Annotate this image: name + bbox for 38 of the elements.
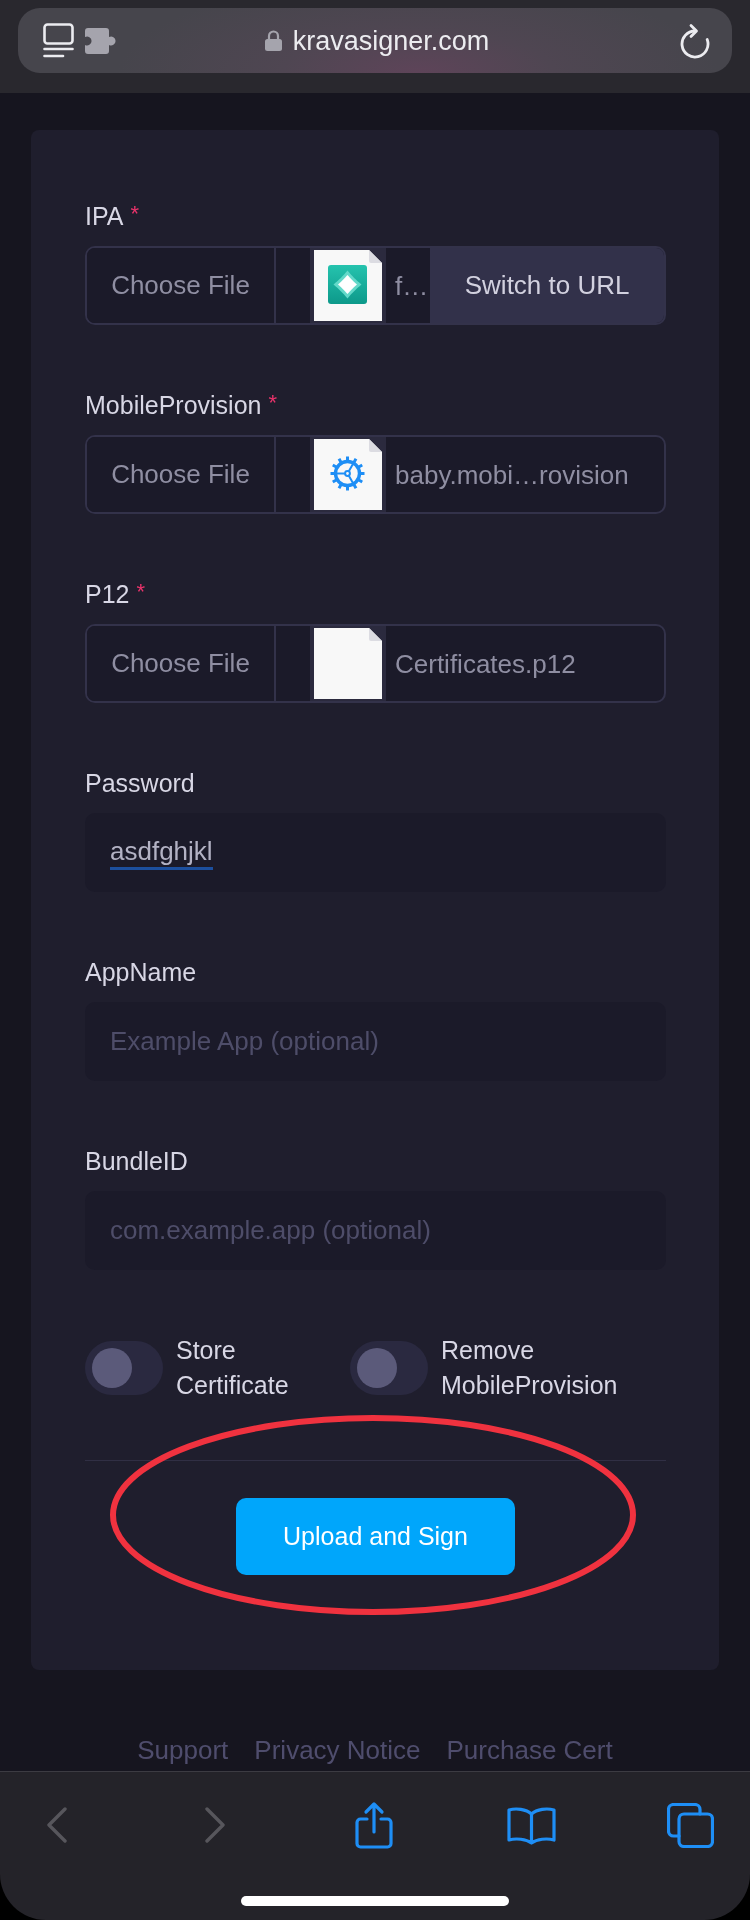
field-label: P12 — [85, 579, 130, 609]
share-icon[interactable] — [353, 1800, 394, 1850]
file-name: Certificates.p12 — [395, 647, 576, 680]
choose-file-button[interactable]: Choose File — [87, 248, 276, 323]
toggle-switch[interactable] — [85, 1341, 163, 1395]
app-file-icon — [310, 248, 386, 323]
field-label: Password — [85, 768, 195, 798]
file-name: baby.mobi…rovision — [395, 458, 629, 491]
gear-file-icon — [310, 437, 386, 512]
book-icon[interactable] — [507, 1805, 557, 1845]
page-layout-icon[interactable] — [43, 23, 74, 58]
file-input[interactable]: Choose File Certificates.p12 — [85, 624, 666, 703]
text-field[interactable]: asdfghjkl — [85, 813, 666, 892]
input-field[interactable]: com.example.app (optional) — [85, 1191, 666, 1270]
file-input[interactable]: Choose File baby.mobi…rovision — [85, 435, 666, 514]
reload-icon[interactable] — [679, 22, 711, 59]
choose-file-button[interactable]: Choose File — [87, 626, 276, 701]
choose-file-button[interactable]: Choose File — [87, 437, 276, 512]
file-name: f… — [395, 269, 429, 302]
field-label: MobileProvision — [85, 390, 262, 420]
document-icon — [310, 626, 386, 701]
url-text: kravasigner.com — [292, 24, 490, 58]
file-input[interactable]: Choose File f… Switch to URL — [85, 246, 666, 325]
toggle-label: Store Certificate — [176, 1335, 289, 1401]
toggle-label: Remove MobileProvision — [441, 1335, 618, 1401]
upload-sign-button[interactable]: Upload and Sign — [236, 1498, 515, 1575]
required-mark: * — [136, 579, 146, 605]
puzzle-icon[interactable] — [85, 27, 116, 54]
field-label: AppName — [85, 957, 197, 987]
field-label: BundleID — [85, 1146, 188, 1176]
address-bar[interactable]: kravasigner.com — [18, 8, 732, 73]
required-mark: * — [130, 201, 139, 227]
field-label: IPA — [85, 201, 124, 231]
switch-to-url-button[interactable]: Switch to URL — [430, 248, 664, 323]
tabs-icon[interactable] — [666, 1802, 714, 1848]
toggle-switch[interactable] — [350, 1341, 428, 1395]
required-mark: * — [268, 390, 278, 416]
input-field[interactable]: Example App (optional) — [85, 1002, 666, 1081]
